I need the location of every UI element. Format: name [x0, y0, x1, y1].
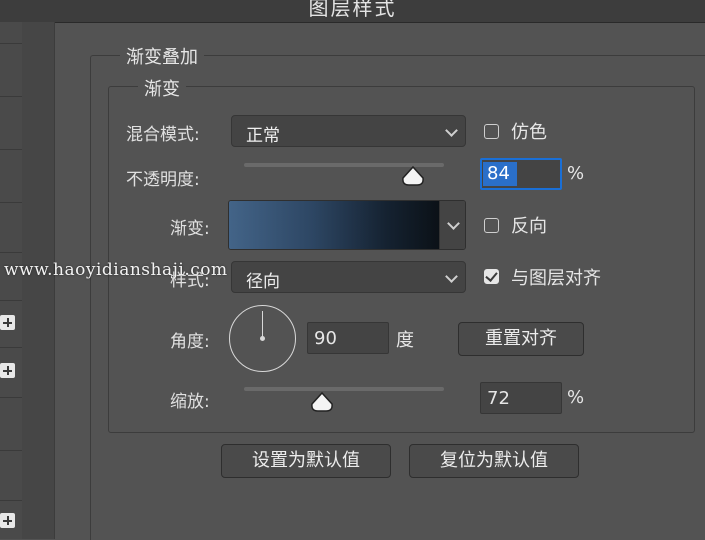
style-list-divider — [0, 397, 22, 398]
style-value: 径向 — [246, 272, 280, 292]
style-list-divider — [0, 500, 22, 501]
dither-checkbox[interactable] — [484, 124, 499, 139]
style-list-divider — [0, 96, 22, 97]
style-list-divider — [0, 450, 22, 451]
section-title: 渐变叠加 — [120, 43, 204, 69]
scale-slider-thumb[interactable] — [310, 392, 334, 412]
add-effect-plus-icon[interactable] — [0, 513, 15, 528]
chevron-down-icon — [445, 124, 458, 137]
reset-to-default-button[interactable]: 复位为默认值 — [409, 444, 579, 478]
opacity-unit: % — [567, 163, 585, 184]
reverse-checkbox[interactable] — [484, 218, 499, 233]
dither-label: 仿色 — [511, 122, 547, 143]
angle-value: 90 — [314, 328, 337, 349]
angle-dial-needle — [261, 311, 263, 339]
style-list-divider — [0, 202, 22, 203]
chevron-down-icon — [447, 217, 460, 230]
gradient-label: 渐变: — [170, 219, 210, 239]
align-with-layer-checkbox[interactable] — [484, 269, 499, 284]
blend-mode-value: 正常 — [246, 126, 280, 146]
opacity-label: 不透明度: — [126, 170, 200, 190]
gradient-preview[interactable] — [229, 201, 439, 249]
style-list-divider — [0, 300, 22, 301]
opacity-input[interactable]: 84 — [480, 158, 562, 190]
checkmark-icon — [485, 269, 498, 282]
gradient-picker[interactable] — [228, 200, 466, 250]
dialog-title: 图层样式 — [308, 0, 397, 20]
reset-alignment-button[interactable]: 重置对齐 — [458, 322, 584, 356]
opacity-slider-thumb[interactable] — [401, 166, 425, 186]
angle-dial[interactable] — [229, 305, 296, 372]
watermark-text: www.haoyidianshaji.com — [4, 260, 228, 280]
add-effect-plus-icon[interactable] — [0, 363, 15, 378]
blend-mode-label: 混合模式: — [126, 125, 200, 145]
angle-label: 角度: — [170, 332, 210, 352]
style-select[interactable]: 径向 — [231, 261, 466, 293]
chevron-down-icon — [445, 270, 458, 283]
reverse-label: 反向 — [511, 216, 547, 237]
add-effect-plus-icon[interactable] — [0, 315, 15, 330]
opacity-value: 84 — [487, 163, 510, 184]
scale-input[interactable]: 72 — [480, 382, 562, 414]
scale-value: 72 — [487, 388, 510, 409]
align-with-layer-label: 与图层对齐 — [511, 268, 601, 289]
style-list-divider — [0, 252, 22, 253]
style-list-scroll-area — [22, 22, 55, 539]
blend-mode-select[interactable]: 正常 — [231, 115, 466, 147]
style-list-divider — [0, 347, 22, 348]
scale-slider-track[interactable] — [244, 387, 444, 391]
angle-input[interactable]: 90 — [307, 322, 389, 354]
gradient-dropdown-button[interactable] — [439, 201, 465, 249]
group-title: 渐变 — [138, 75, 186, 101]
scale-label: 缩放: — [170, 392, 210, 412]
style-list-divider — [0, 149, 22, 150]
dialog-titlebar: 图层样式 — [0, 0, 705, 23]
style-list — [0, 22, 22, 539]
make-default-button[interactable]: 设置为默认值 — [221, 444, 391, 478]
style-list-divider — [0, 43, 22, 44]
angle-unit: 度 — [396, 330, 414, 351]
scale-unit: % — [567, 387, 585, 408]
angle-dial-center — [259, 336, 265, 341]
